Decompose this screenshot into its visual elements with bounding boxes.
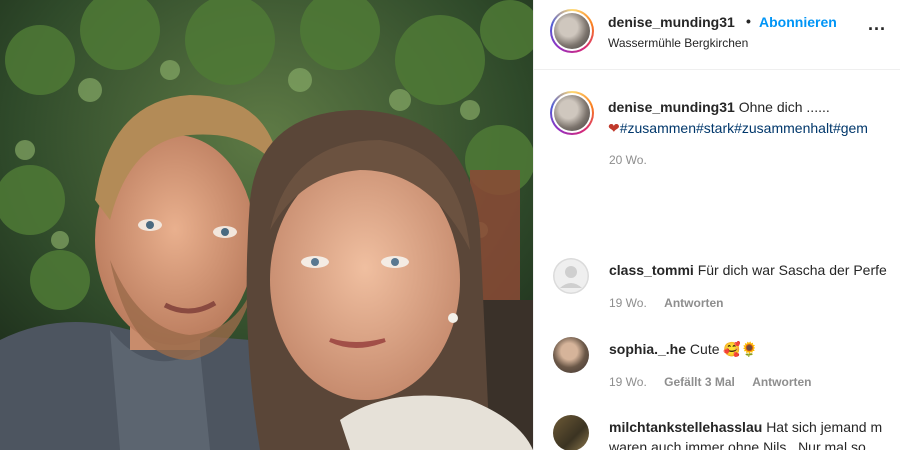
comment-2-meta: 19 Wo. Gefällt 3 Mal Antworten — [609, 375, 826, 389]
comment-3-line2: waren auch immer ohne Nils . Nur mal so — [609, 439, 866, 450]
location-link[interactable]: Wassermühle Bergkirchen — [608, 36, 748, 50]
post-header: denise_munding31 • Abonnieren Wassermühl… — [534, 0, 900, 70]
comment-avatar-photo[interactable] — [553, 337, 589, 373]
reply-button[interactable]: Antworten — [752, 375, 811, 389]
author-avatar[interactable] — [550, 9, 594, 53]
comment-1-meta: 19 Wo. Antworten — [609, 296, 737, 310]
comment-username[interactable]: class_tommi — [609, 262, 694, 278]
caption: denise_munding31 Ohne dich ...... — [608, 99, 830, 115]
hashtags-link[interactable]: #zusammen#stark#zusammenhalt#gem — [620, 120, 868, 136]
likes-count[interactable]: Gefällt 3 Mal — [664, 375, 735, 389]
heart-emoji: ❤ — [608, 120, 620, 136]
follow-button[interactable]: Abonnieren — [759, 14, 837, 30]
comment-text: Hat sich jemand m — [766, 419, 883, 435]
author-username[interactable]: denise_munding31 — [608, 14, 735, 30]
comment-text: Für dich war Sascha der Perfe — [697, 262, 887, 278]
caption-age[interactable]: 20 Wo. — [609, 153, 647, 167]
comment-age[interactable]: 19 Wo. — [609, 375, 647, 389]
comment-avatar-photo[interactable] — [553, 415, 589, 450]
comment-1: class_tommi Für dich war Sascha der Perf… — [609, 262, 887, 278]
post-photo[interactable] — [0, 0, 533, 450]
caption-hashtags-line: ❤#zusammen#stark#zusammenhalt#gem — [608, 120, 868, 137]
comment-age[interactable]: 19 Wo. — [609, 296, 647, 310]
default-user-icon — [553, 258, 589, 294]
caption-username[interactable]: denise_munding31 — [608, 99, 735, 115]
post-side-panel: denise_munding31 • Abonnieren Wassermühl… — [533, 0, 900, 450]
more-options-icon[interactable]: ... — [868, 14, 886, 35]
caption-text: Ohne dich ...... — [738, 99, 830, 115]
comment-avatar-default[interactable] — [553, 258, 589, 294]
couple-selfie-image — [0, 0, 533, 450]
comment-username[interactable]: milchtankstellehasslau — [609, 419, 762, 435]
caption-avatar[interactable] — [550, 91, 594, 135]
separator-dot: • — [746, 13, 751, 29]
comment-text: Cute 🥰🌻 — [689, 341, 759, 357]
comment-username[interactable]: sophia._.he — [609, 341, 686, 357]
comment-3: milchtankstellehasslau Hat sich jemand m — [609, 419, 882, 435]
comment-2: sophia._.he Cute 🥰🌻 — [609, 341, 758, 358]
reply-button[interactable]: Antworten — [664, 296, 723, 310]
